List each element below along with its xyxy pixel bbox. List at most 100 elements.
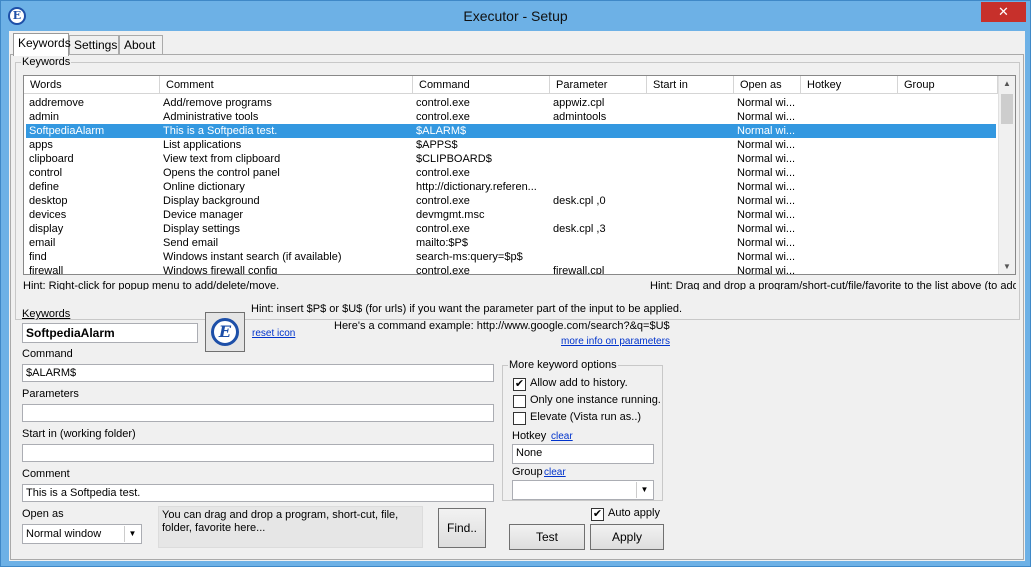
cell-start-in — [647, 222, 734, 236]
cell-hotkey — [801, 124, 898, 138]
group-clear-link[interactable]: clear — [544, 467, 566, 478]
keywords-list[interactable]: Words Comment Command Parameter Start in… — [23, 75, 1016, 275]
cell-open-as: Normal wi... — [737, 167, 796, 179]
cell-hotkey — [801, 110, 898, 124]
cell-comment: Send email — [163, 237, 219, 249]
cell-parameter — [550, 250, 647, 264]
scroll-up-arrow-icon[interactable]: ▲ — [999, 76, 1015, 92]
cell-parameter: admintools — [553, 111, 607, 123]
keyword-icon-button[interactable]: E — [205, 312, 245, 352]
cell-words: devices — [29, 209, 67, 221]
table-row[interactable]: SoftpediaAlarm This is a Softpedia test. $… — [26, 124, 996, 138]
group-dropdown[interactable]: ▼ — [512, 480, 654, 500]
table-row[interactable]: control Opens the control panel control.ex… — [26, 166, 996, 180]
cell-parameter — [550, 124, 647, 138]
column-header-hotkey[interactable]: Hotkey — [801, 76, 898, 94]
scroll-down-arrow-icon[interactable]: ▼ — [999, 259, 1015, 274]
elevate-checkbox[interactable] — [513, 412, 526, 425]
table-row[interactable]: define Online dictionary http://dictionary… — [26, 180, 996, 194]
hint-right-click: Hint: Right-click for popup menu to add/… — [23, 280, 280, 290]
cell-command: control.exe — [416, 97, 470, 109]
allow-history-label: Allow add to history. — [530, 377, 628, 389]
cell-group — [898, 222, 996, 236]
column-header-start-in[interactable]: Start in — [647, 76, 734, 94]
tab-settings[interactable]: Settings — [69, 35, 119, 55]
window-title: Executor - Setup — [463, 8, 568, 24]
cell-command: control.exe — [416, 195, 470, 207]
cell-command: $APPS$ — [416, 139, 458, 151]
cell-comment: Display background — [163, 195, 260, 207]
cell-comment: Opens the control panel — [163, 167, 280, 179]
cell-hotkey — [801, 152, 898, 166]
column-header-group[interactable]: Group — [898, 76, 998, 94]
cell-comment: Add/remove programs — [163, 97, 272, 109]
list-header: Words Comment Command Parameter Start in… — [24, 76, 998, 94]
cell-hotkey — [801, 250, 898, 264]
client-area: Keywords Settings About Keywords Words C… — [9, 31, 1025, 561]
tab-about[interactable]: About — [119, 35, 163, 55]
cell-parameter — [550, 208, 647, 222]
chevron-down-icon[interactable]: ▼ — [124, 526, 140, 542]
column-header-parameter[interactable]: Parameter — [550, 76, 647, 94]
options-group-label: More keyword options — [508, 359, 618, 371]
cell-open-as: Normal wi... — [737, 139, 796, 151]
cell-open-as: Normal wi... — [737, 111, 796, 123]
table-row[interactable]: firewall Windows firewall config control.e… — [26, 264, 996, 275]
column-header-open-as[interactable]: Open as — [734, 76, 801, 94]
cell-open-as: Normal wi... — [737, 181, 796, 193]
table-row[interactable]: email Send email mailto:$P$ Normal wi... — [26, 236, 996, 250]
one-instance-checkbox[interactable] — [513, 395, 526, 408]
column-header-comment[interactable]: Comment — [160, 76, 413, 94]
table-row[interactable]: admin Administrative tools control.exe admi… — [26, 110, 996, 124]
cell-hotkey — [801, 208, 898, 222]
auto-apply-checkbox[interactable]: ✔ — [591, 508, 604, 521]
chevron-down-icon[interactable]: ▼ — [636, 482, 652, 498]
table-row[interactable]: desktop Display background control.exe desk… — [26, 194, 996, 208]
cell-parameter: firewall.cpl — [553, 265, 605, 275]
cell-words: admin — [29, 111, 59, 123]
command-field-label: Command — [22, 348, 73, 360]
more-info-link[interactable]: more info on parameters — [561, 336, 670, 347]
list-vertical-scrollbar[interactable]: ▲ ▼ — [998, 76, 1015, 274]
start-in-input[interactable] — [22, 444, 494, 462]
table-row[interactable]: apps List applications $APPS$ Normal wi... — [26, 138, 996, 152]
apply-button[interactable]: Apply — [590, 524, 664, 550]
comment-input[interactable]: This is a Softpedia test. — [22, 484, 494, 502]
find-button[interactable]: Find.. — [438, 508, 486, 548]
parameters-input[interactable] — [22, 404, 494, 422]
cell-comment: List applications — [163, 139, 242, 151]
test-button[interactable]: Test — [509, 524, 585, 550]
column-header-words[interactable]: Words — [24, 76, 160, 94]
cell-group — [898, 152, 996, 166]
cell-start-in — [647, 208, 734, 222]
table-row[interactable]: find Windows instant search (if available… — [26, 250, 996, 264]
open-as-dropdown[interactable]: Normal window ▼ — [22, 524, 142, 544]
cell-start-in — [647, 194, 734, 208]
cell-open-as: Normal wi... — [737, 125, 796, 137]
table-row[interactable]: display Display settings control.exe desk.c… — [26, 222, 996, 236]
drop-zone[interactable]: You can drag and drop a program, short-c… — [158, 506, 423, 548]
hint-drag-drop: Hint: Drag and drop a program/short-cut/… — [650, 280, 1016, 290]
cell-words: display — [29, 223, 64, 235]
reset-icon-link[interactable]: reset icon — [252, 328, 295, 339]
cell-comment: View text from clipboard — [163, 153, 281, 165]
cell-parameter: desk.cpl ,0 — [553, 195, 606, 207]
allow-history-checkbox[interactable]: ✔ — [513, 378, 526, 391]
parameters-field-label: Parameters — [22, 388, 79, 400]
cell-words: find — [29, 251, 47, 263]
table-row[interactable]: addremove Add/remove programs control.exe a… — [26, 96, 996, 110]
close-button[interactable]: ✕ — [981, 2, 1026, 22]
command-input[interactable]: $ALARM$ — [22, 364, 494, 382]
check-icon: ✔ — [592, 508, 603, 520]
cell-command: control.exe — [416, 167, 470, 179]
hotkey-clear-link[interactable]: clear — [551, 431, 573, 442]
title-bar[interactable]: E Executor - Setup ✕ — [1, 1, 1030, 31]
table-row[interactable]: clipboard View text from clipboard $CLIPBO… — [26, 152, 996, 166]
hotkey-input[interactable]: None — [512, 444, 654, 464]
table-row[interactable]: devices Device manager devmgmt.msc Normal w… — [26, 208, 996, 222]
tab-keywords[interactable]: Keywords — [13, 33, 71, 56]
column-header-command[interactable]: Command — [413, 76, 550, 94]
cell-open-as: Normal wi... — [737, 195, 796, 207]
scroll-thumb[interactable] — [1001, 94, 1013, 124]
keywords-input[interactable]: SoftpediaAlarm — [22, 323, 198, 343]
